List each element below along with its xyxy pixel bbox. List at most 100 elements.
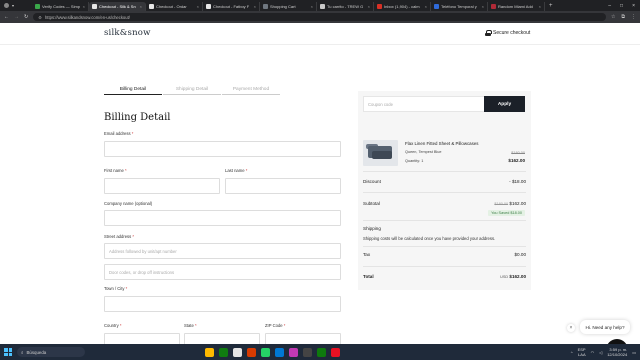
- tab-close-icon[interactable]: ×: [252, 4, 256, 9]
- tab-close-icon[interactable]: ×: [537, 4, 541, 9]
- company-label: Company name (optional): [104, 201, 153, 206]
- email-label-text: Email address: [104, 131, 131, 136]
- total-value: $162.00: [509, 274, 526, 279]
- media-icon[interactable]: [331, 347, 340, 357]
- required-mark: *: [125, 286, 128, 291]
- office-icon[interactable]: [247, 347, 256, 357]
- tab-2[interactable]: Checkout - Ordar ×: [146, 1, 203, 11]
- back-icon[interactable]: ←: [4, 14, 9, 20]
- close-window-icon[interactable]: ×: [632, 3, 635, 9]
- apply-coupon-button[interactable]: Apply: [484, 96, 525, 112]
- wifi-icon[interactable]: ◠: [591, 350, 595, 355]
- tab-favicon-icon: [491, 3, 496, 9]
- delivery-notes-field[interactable]: Door codes, or drop off instructions: [104, 264, 341, 280]
- tab-3[interactable]: Checkout - Fatboy F ×: [203, 1, 260, 11]
- extensions-icon[interactable]: ⧉: [621, 14, 625, 20]
- taskbar-search[interactable]: ⌕ Búsqueda: [17, 347, 85, 357]
- input-language[interactable]: ESP LAA: [578, 347, 586, 357]
- site-logo[interactable]: silk&snow: [104, 28, 151, 38]
- step-payment[interactable]: Payment Method: [222, 87, 280, 95]
- city-label-text: Town / City: [104, 286, 125, 291]
- chrome-icon[interactable]: [233, 347, 242, 357]
- tab-7[interactable]: Teléfono Temporal y ×: [431, 1, 488, 11]
- tab-label: Tu carrito - TREW G: [327, 3, 364, 9]
- subtotal-values: $180.00 $162.00: [494, 201, 526, 206]
- email-label: Email address *: [104, 131, 133, 136]
- sheet-fold-shape: [372, 151, 392, 159]
- new-tab-icon[interactable]: +: [545, 3, 557, 9]
- start-icon[interactable]: [4, 348, 12, 356]
- tab-4[interactable]: Shopping Cart ×: [260, 1, 317, 11]
- company-field[interactable]: [104, 210, 341, 226]
- tab-8[interactable]: Random Miami Add ×: [488, 1, 545, 11]
- divider: [363, 192, 526, 193]
- product-variant: Queen, Tempest Blue: [405, 150, 442, 154]
- minimize-icon[interactable]: –: [608, 3, 611, 9]
- tab-1[interactable]: Checkout - Silk & Sn ×: [89, 1, 146, 11]
- shipping-label: Shipping: [363, 226, 381, 231]
- first-name-field[interactable]: [104, 178, 220, 194]
- clock[interactable]: 3:59 p. m. 12/10/2024: [607, 347, 627, 357]
- volume-icon[interactable]: ◁: [599, 350, 602, 355]
- subtotal-value: $162.00: [509, 201, 526, 206]
- notification-icon[interactable]: ▭: [632, 350, 636, 355]
- subtotal-old: $180.00: [494, 202, 509, 206]
- step-shipping[interactable]: Shipping Detail: [163, 87, 221, 95]
- tab-label: Inbox (1,904) - calm: [384, 3, 420, 9]
- terminal-icon[interactable]: [303, 347, 312, 357]
- last-name-field[interactable]: [225, 178, 341, 194]
- street-address-field[interactable]: Address followed by unit/apt number: [104, 243, 341, 259]
- clock-date: 12/10/2024: [607, 352, 628, 357]
- tab-favicon-icon: [206, 3, 211, 9]
- city-field[interactable]: [104, 296, 341, 312]
- lang-layout: LAA: [578, 352, 586, 357]
- address-bar[interactable]: ⚙ https://www.silkandsnow.com/en-us/chec…: [33, 13, 606, 21]
- tab-close-icon[interactable]: ×: [309, 4, 313, 9]
- profile-icon[interactable]: [4, 3, 9, 8]
- required-mark: *: [245, 168, 248, 173]
- store-icon[interactable]: [275, 347, 284, 357]
- tray-chevron-icon[interactable]: ^: [571, 350, 573, 355]
- tab-close-icon[interactable]: ×: [366, 4, 370, 9]
- tab-close-icon[interactable]: ×: [81, 4, 85, 9]
- tab-label: Teléfono Temporal y: [441, 3, 477, 9]
- file-explorer-icon[interactable]: [205, 347, 214, 357]
- tab-close-icon[interactable]: ×: [138, 4, 142, 9]
- tab-label: Checkout - Fatboy F: [213, 3, 250, 9]
- email-field[interactable]: [104, 141, 341, 157]
- bookmark-star-icon[interactable]: ☆: [611, 14, 615, 20]
- step-billing[interactable]: Billing Detail: [104, 87, 162, 95]
- zip-label-text: ZIP Code: [265, 323, 283, 328]
- first-name-label-text: First name: [104, 168, 124, 173]
- menu-icon[interactable]: ⋮: [631, 14, 636, 20]
- site-header: silk&snow Secure checkout: [0, 23, 640, 45]
- forward-icon[interactable]: →: [14, 14, 19, 20]
- chat-close-icon[interactable]: ×: [567, 324, 575, 332]
- tax-row: Tax $0.00: [363, 252, 526, 257]
- tab-close-icon[interactable]: ×: [480, 4, 484, 9]
- zip-label: ZIP Code *: [265, 323, 285, 328]
- product-quantity: Quantity: 1: [405, 159, 424, 163]
- tab-favicon-icon: [149, 3, 154, 9]
- coupon-input[interactable]: Coupon code: [363, 96, 485, 112]
- maximize-icon[interactable]: □: [620, 3, 623, 9]
- tab-6[interactable]: Inbox (1,904) - calm ×: [374, 1, 431, 11]
- whatsapp-icon[interactable]: [261, 347, 270, 357]
- city-label: Town / City *: [104, 286, 127, 291]
- tab-0[interactable]: Verify Codes — Simp ×: [32, 1, 89, 11]
- street-label-text: Street address: [104, 234, 132, 239]
- app-icon[interactable]: [289, 347, 298, 357]
- shipping-row: Shipping: [363, 226, 526, 231]
- tab-close-icon[interactable]: ×: [195, 4, 199, 9]
- chat-greeting[interactable]: Hi. Need any help?: [580, 320, 630, 334]
- tax-label: Tax: [363, 252, 371, 257]
- xbox-icon[interactable]: [219, 347, 228, 357]
- taskbar-apps: [205, 347, 340, 357]
- tab-close-icon[interactable]: ×: [423, 4, 427, 9]
- excel-icon[interactable]: [317, 347, 326, 357]
- reload-icon[interactable]: ↻: [24, 14, 28, 20]
- discount-row: Discount - $18.00: [363, 179, 526, 184]
- tab-search-icon[interactable]: ▾: [12, 3, 14, 8]
- tab-5[interactable]: Tu carrito - TREW G ×: [317, 1, 374, 11]
- site-info-icon[interactable]: ⚙: [38, 15, 42, 20]
